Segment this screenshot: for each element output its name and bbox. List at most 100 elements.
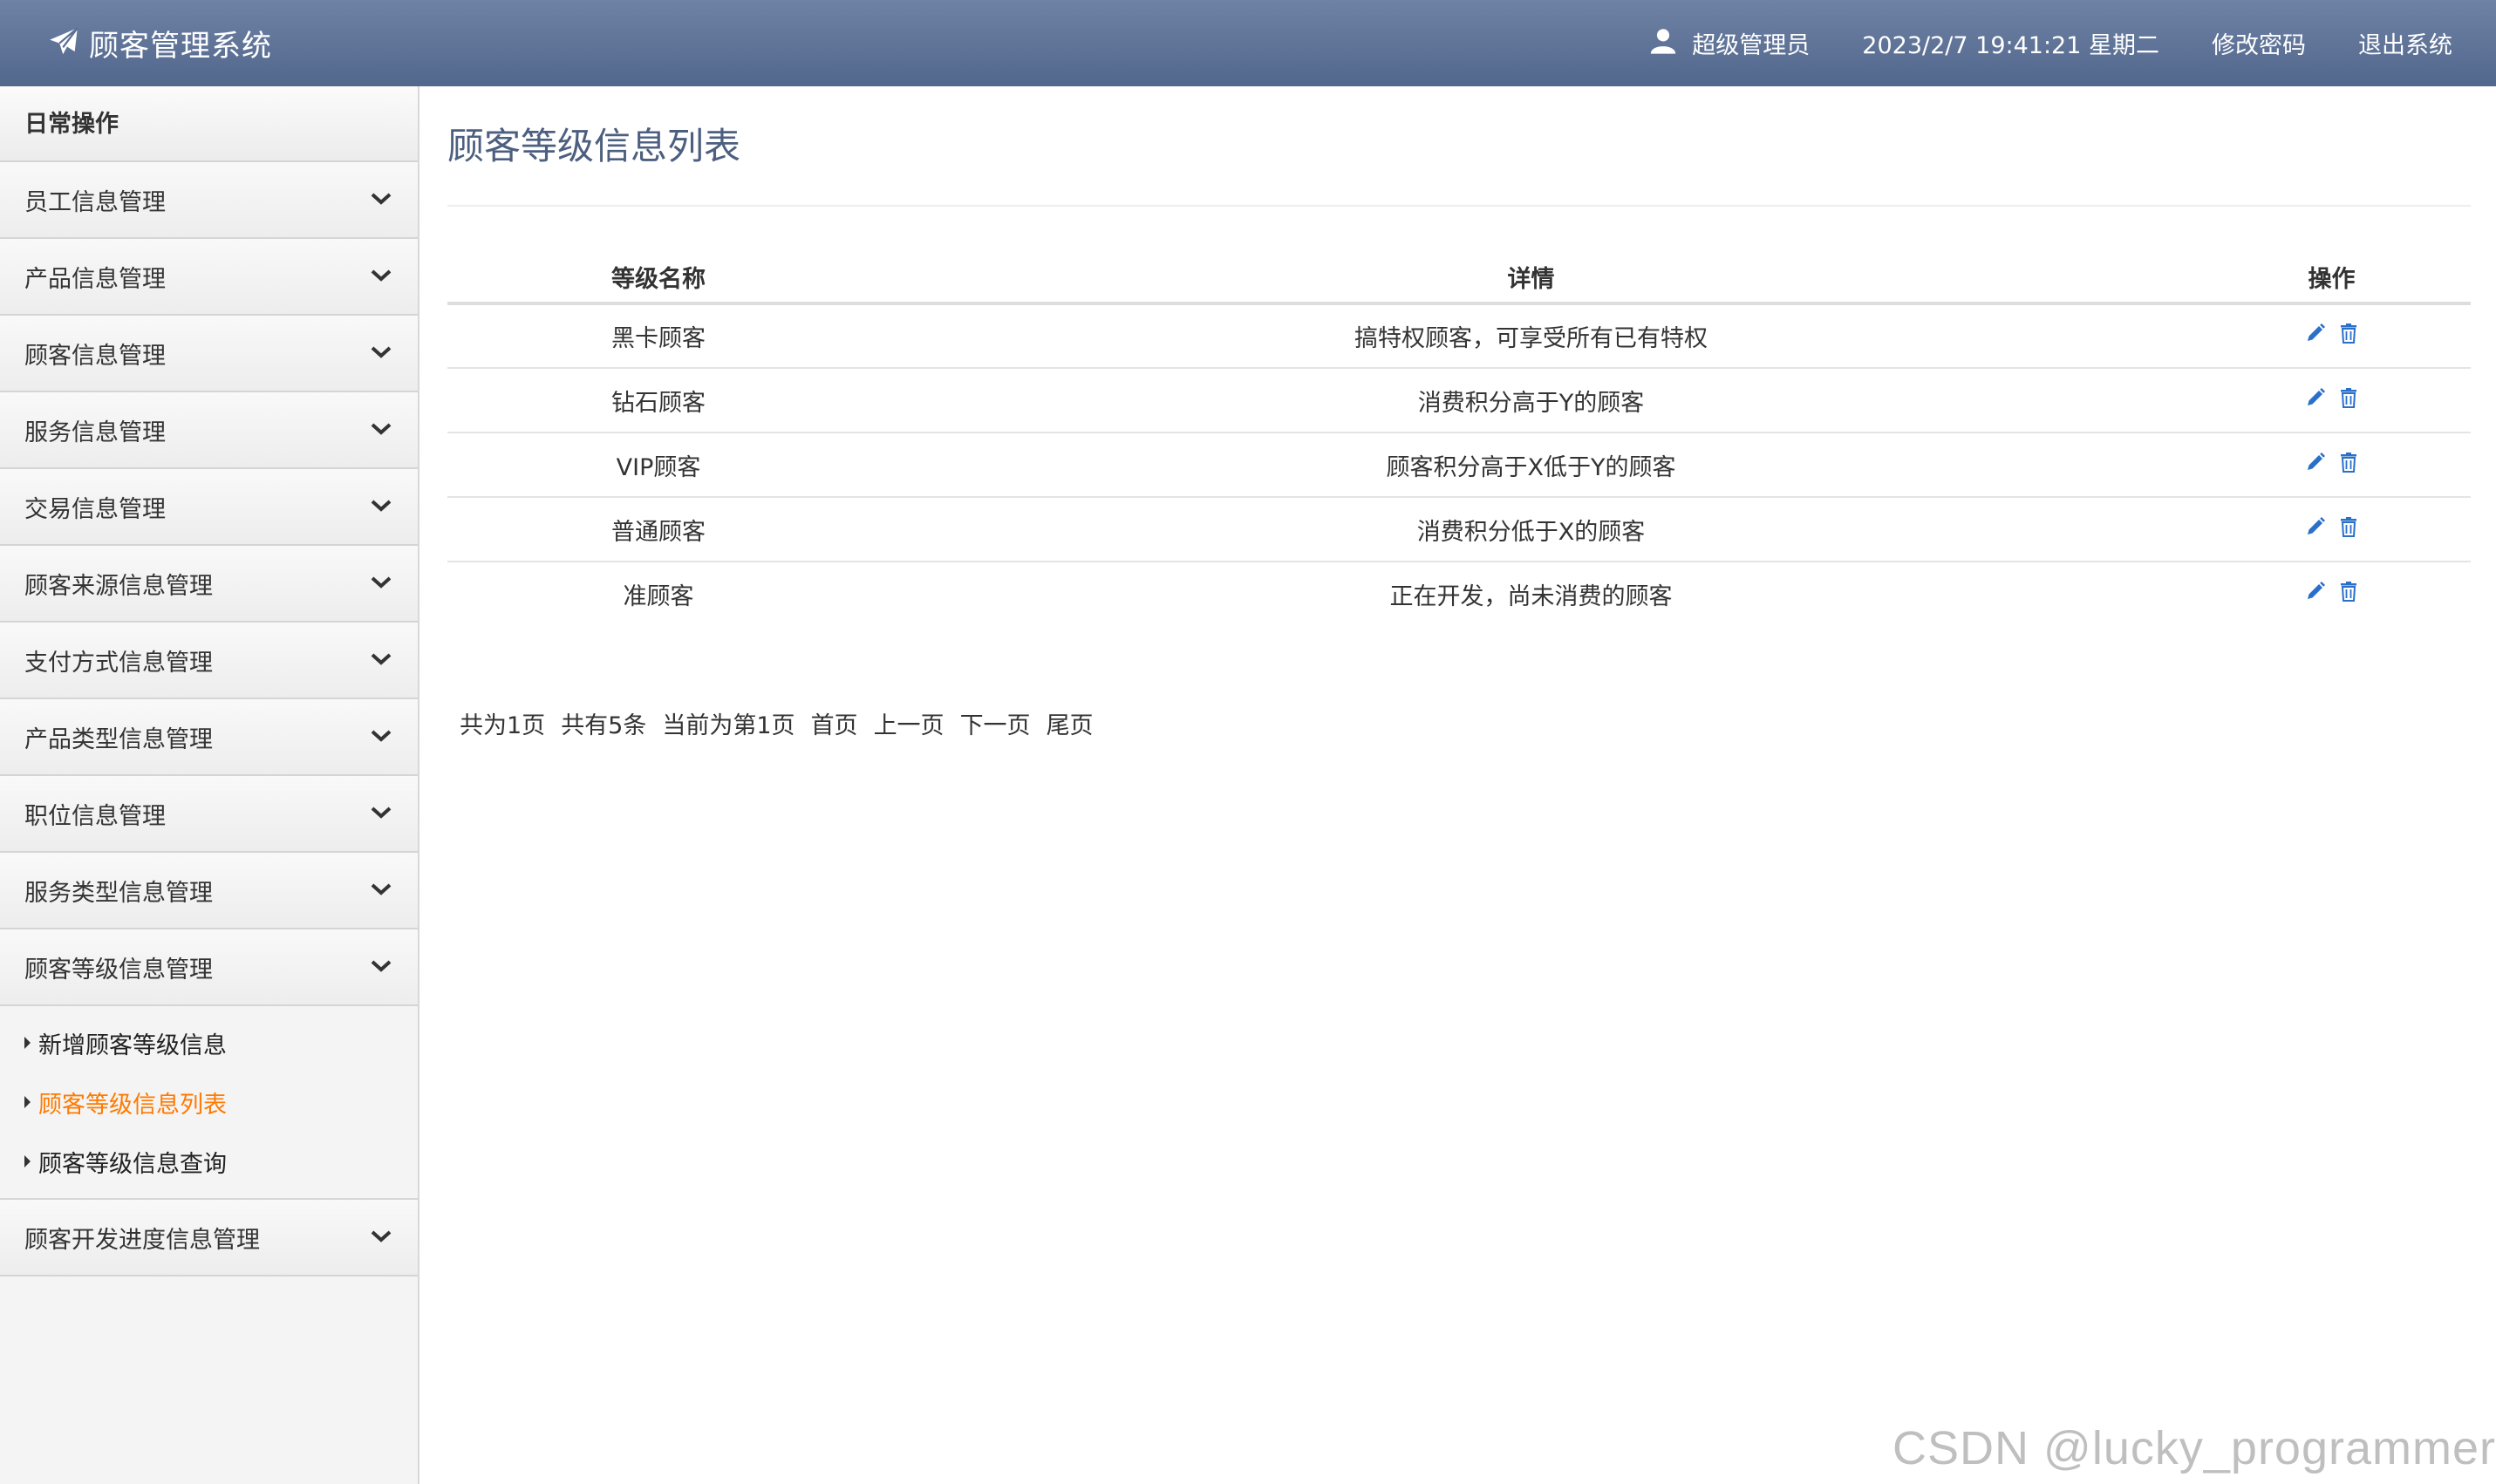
current-user: 超级管理员	[1648, 25, 1810, 61]
column-header-ops: 操作	[2193, 251, 2471, 305]
sidebar-group-product-type[interactable]: 产品类型信息管理	[0, 699, 418, 776]
table-row: VIP顾客 顾客积分高于X低于Y的顾客	[447, 432, 2471, 498]
trash-icon[interactable]	[2338, 323, 2359, 344]
sidebar-group-employee[interactable]: 员工信息管理	[0, 162, 418, 239]
logout-link[interactable]: 退出系统	[2358, 26, 2452, 60]
pager-last-link[interactable]: 尾页	[1047, 706, 1094, 740]
sidebar-group-service[interactable]: 服务信息管理	[0, 392, 418, 469]
page-title: 顾客等级信息列表	[447, 125, 741, 167]
paper-plane-icon	[47, 25, 89, 62]
divider	[447, 205, 2471, 207]
pager-next-link[interactable]: 下一页	[960, 706, 1031, 740]
chevron-down-icon	[369, 954, 393, 981]
sidebar-group-label: 产品类型信息管理	[24, 725, 213, 753]
pager-total-pages: 共为1页	[460, 712, 546, 739]
chevron-down-icon	[369, 877, 393, 904]
sidebar-group-label: 顾客等级信息管理	[24, 956, 213, 984]
sidebar: 日常操作 员工信息管理 产品信息管理 顾客信息管理 服务信息管理 交易信息管理 …	[0, 86, 419, 1484]
sidebar-group-label: 交易信息管理	[24, 495, 166, 523]
pager-first-link[interactable]: 首页	[811, 706, 858, 740]
change-password-link[interactable]: 修改密码	[2212, 26, 2306, 60]
chevron-down-icon	[369, 570, 393, 597]
cell-level-name: 准顾客	[623, 583, 694, 610]
sidebar-group-customer-development[interactable]: 顾客开发进度信息管理	[0, 1200, 418, 1276]
cell-level-name: 钻石顾客	[447, 368, 870, 433]
sidebar-group-customer[interactable]: 顾客信息管理	[0, 316, 418, 392]
cell-level-detail: 搞特权顾客，可享受所有已有特权	[870, 303, 2193, 369]
pencil-icon[interactable]	[2305, 581, 2326, 602]
cell-level-detail: 消费积分高于Y的顾客	[870, 368, 2193, 433]
cell-level-name: 黑卡顾客	[447, 303, 870, 369]
trash-icon[interactable]	[2338, 387, 2359, 408]
header-toolbar: 超级管理员 2023/2/7 19:41:21 星期二 修改密码 退出系统	[1596, 0, 2452, 86]
sidebar-group-product[interactable]: 产品信息管理	[0, 239, 418, 316]
customer-level-submenu: 新增顾客等级信息 顾客等级信息列表 顾客等级信息查询	[0, 1006, 418, 1200]
cell-actions	[2193, 368, 2471, 433]
chevron-down-icon	[369, 647, 393, 674]
sidebar-group-transaction[interactable]: 交易信息管理	[0, 469, 418, 546]
submenu-customer-level-query[interactable]: 顾客等级信息查询	[0, 1132, 418, 1191]
column-header-detail: 详情	[870, 251, 2193, 305]
sidebar-group-customer-level[interactable]: 顾客等级信息管理	[0, 929, 418, 1006]
sidebar-group-position[interactable]: 职位信息管理	[0, 776, 418, 853]
pagination: 共为1页 共有5条 当前为第1页 首页 上一页 下一页 尾页	[447, 706, 2471, 740]
datetime-display: 2023/2/7 19:41:21 星期二	[1862, 32, 2159, 59]
trash-icon[interactable]	[2338, 581, 2359, 602]
cell-level-detail: 顾客积分高于X低于Y的顾客	[870, 432, 2193, 498]
sidebar-group-service-type[interactable]: 服务类型信息管理	[0, 853, 418, 929]
table-row: 钻石顾客 消费积分高于Y的顾客	[447, 368, 2471, 433]
pager-total-records: 共有5条	[561, 712, 647, 739]
caret-right-icon	[24, 1155, 31, 1167]
submenu-label: 顾客等级信息列表	[38, 1091, 227, 1119]
sidebar-group-label: 顾客来源信息管理	[24, 572, 213, 600]
sidebar-group-customer-source[interactable]: 顾客来源信息管理	[0, 546, 418, 623]
submenu-add-customer-level[interactable]: 新增顾客等级信息	[0, 1013, 418, 1072]
table-row: 黑卡顾客 搞特权顾客，可享受所有已有特权	[447, 303, 2471, 369]
sidebar-group-label: 职位信息管理	[24, 802, 166, 830]
caret-right-icon	[24, 1037, 31, 1049]
cell-actions	[2193, 562, 2471, 626]
column-header-name: 等级名称	[447, 251, 870, 305]
table-header-row: 等级名称 详情 操作	[447, 251, 2471, 305]
sidebar-group-label: 服务类型信息管理	[24, 879, 213, 907]
table-row: 普通顾客 消费积分低于X的顾客	[447, 497, 2471, 562]
sidebar-group-label: 支付方式信息管理	[24, 649, 213, 677]
submenu-customer-level-list[interactable]: 顾客等级信息列表	[0, 1072, 418, 1132]
cell-level-detail: 正在开发，尚未消费的顾客	[1389, 583, 1673, 610]
sidebar-group-label: 顾客开发进度信息管理	[24, 1226, 260, 1254]
cell-level-name: VIP顾客	[447, 432, 870, 498]
sidebar-group-label: 员工信息管理	[24, 188, 166, 216]
customer-level-table: 等级名称 详情 操作 黑卡顾客 搞特权顾客，可享受所有已有特权 钻石顾客 消费积…	[447, 251, 2471, 626]
pencil-icon[interactable]	[2305, 387, 2326, 408]
user-icon	[1648, 25, 1692, 61]
chevron-down-icon	[369, 494, 393, 521]
sidebar-heading: 日常操作	[0, 86, 418, 162]
brand: 顾客管理系统	[47, 0, 272, 86]
chevron-down-icon	[369, 724, 393, 751]
pager-current-page: 当前为第1页	[662, 712, 795, 739]
pager-prev-link[interactable]: 上一页	[874, 706, 945, 740]
chevron-down-icon	[369, 263, 393, 290]
cell-actions	[2193, 432, 2471, 498]
app-title: 顾客管理系统	[89, 29, 272, 64]
pencil-icon[interactable]	[2305, 516, 2326, 537]
cell-level-name: 普通顾客	[447, 497, 870, 562]
submenu-label: 新增顾客等级信息	[38, 1031, 227, 1059]
trash-icon[interactable]	[2338, 516, 2359, 537]
cell-actions	[2193, 497, 2471, 562]
sidebar-group-label: 产品信息管理	[24, 265, 166, 293]
sidebar-group-label: 服务信息管理	[24, 419, 166, 446]
chevron-down-icon	[369, 800, 393, 827]
trash-icon[interactable]	[2338, 452, 2359, 473]
table-row: 准顾客 正在开发，尚未消费的顾客	[447, 562, 2471, 626]
pencil-icon[interactable]	[2305, 323, 2326, 344]
sidebar-group-payment-method[interactable]: 支付方式信息管理	[0, 623, 418, 699]
chevron-down-icon	[369, 340, 393, 367]
top-header: 顾客管理系统 超级管理员 2023/2/7 19:41:21 星期二 修改密码 …	[0, 0, 2496, 86]
main-content: 顾客等级信息列表 等级名称 详情 操作 黑卡顾客 搞特权顾客，可享受所有已有特权	[447, 86, 2471, 740]
caret-right-icon	[24, 1096, 31, 1108]
chevron-down-icon	[369, 187, 393, 214]
pencil-icon[interactable]	[2305, 452, 2326, 473]
cell-level-detail: 消费积分低于X的顾客	[870, 497, 2193, 562]
watermark: CSDN @lucky_programmer	[1892, 1422, 2496, 1474]
